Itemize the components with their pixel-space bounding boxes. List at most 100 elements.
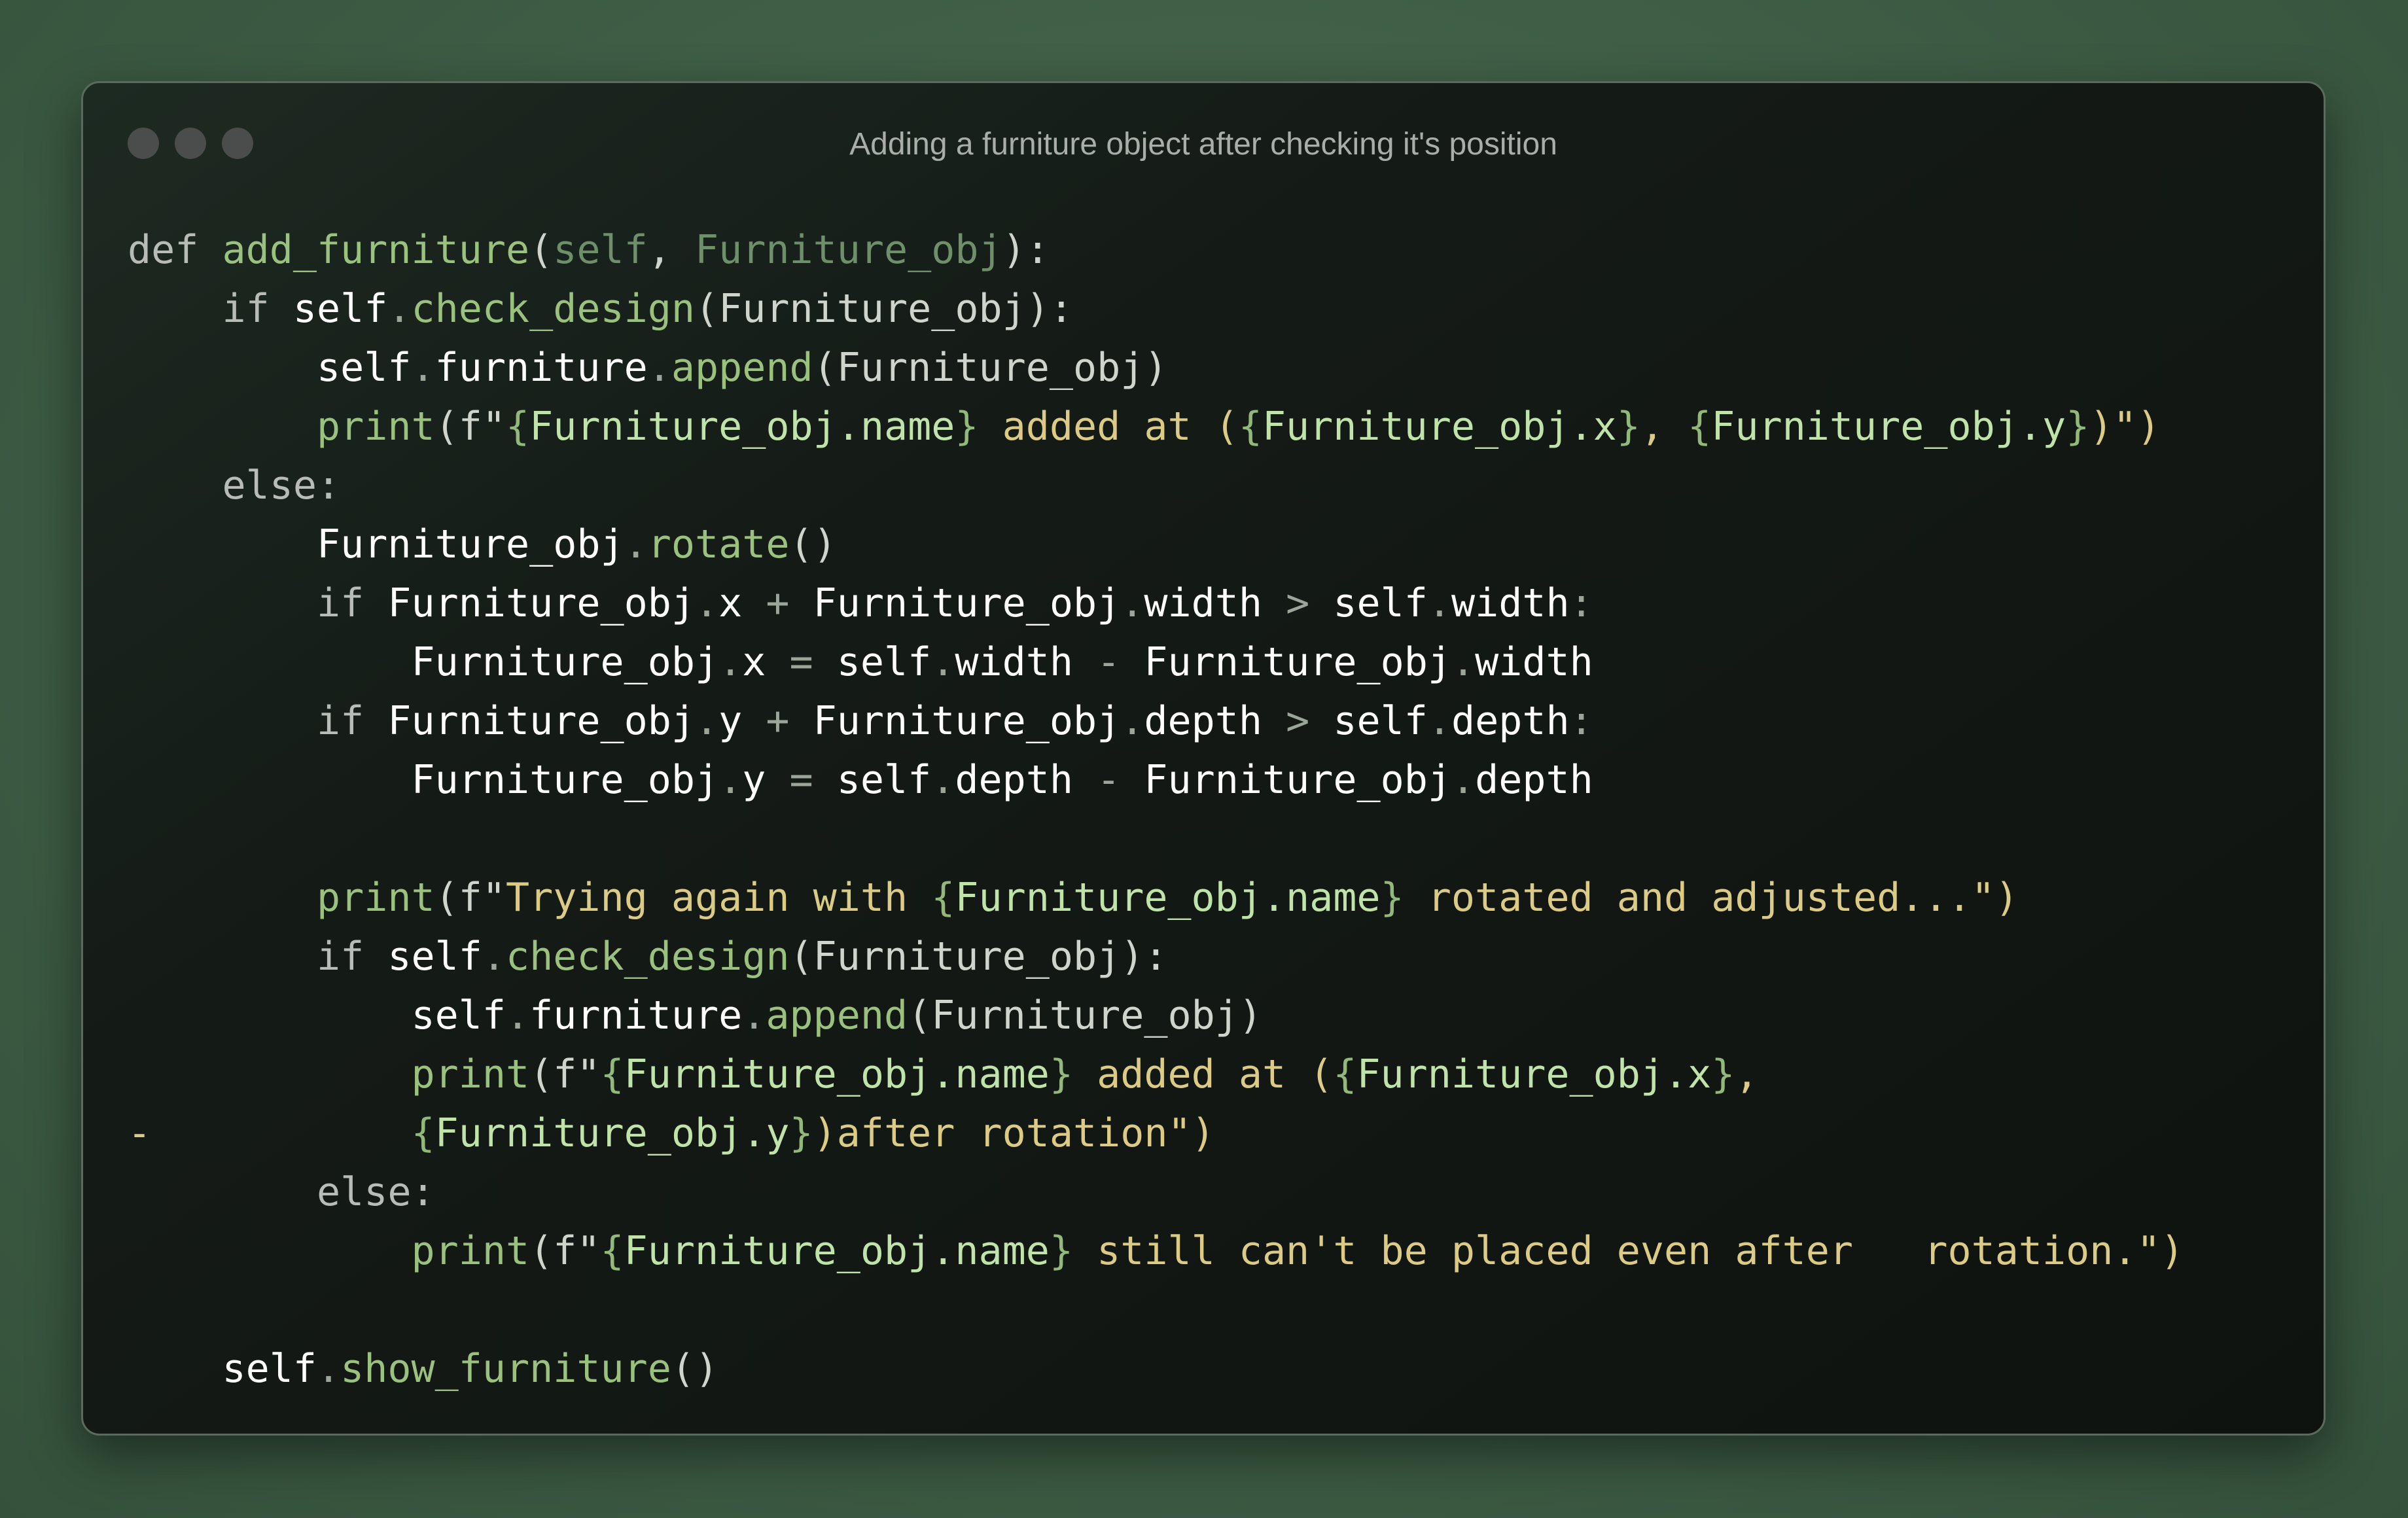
- code-token: (f": [529, 1228, 601, 1274]
- code-token: added at (: [978, 404, 1239, 450]
- code-token: -: [128, 1110, 152, 1156]
- code-token: if: [316, 580, 388, 626]
- code-token: furniture: [434, 345, 648, 391]
- code-token: .: [1427, 698, 1451, 744]
- code-token: added at (: [1072, 1051, 1334, 1097]
- code-token: Furniture_obj.name: [955, 875, 1381, 921]
- code-token: Furniture_obj.name: [624, 1051, 1050, 1097]
- code-token: ,: [1640, 404, 1688, 450]
- code-token: }: [2066, 404, 2090, 450]
- code-token: .: [1120, 698, 1144, 744]
- code-token: y: [742, 757, 766, 803]
- code-line: print(f"Trying again with {Furniture_obj…: [128, 868, 2184, 927]
- code-token: self: [387, 934, 482, 980]
- code-token: furniture: [529, 993, 743, 1038]
- code-token: (Furniture_obj): [908, 993, 1262, 1038]
- code-token: x: [718, 580, 743, 626]
- code-token: :: [1569, 580, 1593, 626]
- code-token: .: [1451, 757, 1476, 803]
- code-token: >: [1262, 698, 1334, 744]
- code-token: {: [505, 404, 530, 450]
- code-token: }: [1049, 1051, 1073, 1097]
- code-token: }: [1049, 1228, 1073, 1274]
- code-token: :: [1569, 698, 1593, 744]
- code-line: if Furniture_obj.y + Furniture_obj.depth…: [128, 692, 2184, 750]
- code-token: ,: [647, 227, 695, 273]
- code-token: {: [931, 875, 955, 921]
- code-token: .: [482, 934, 506, 980]
- code-line: self.furniture.append(Furniture_obj): [128, 986, 2184, 1045]
- code-token: .: [1451, 639, 1476, 685]
- code-token: depth: [1144, 698, 1262, 744]
- code-line: - {Furniture_obj.y})after rotation"): [128, 1104, 2184, 1163]
- code-token: {: [600, 1051, 624, 1097]
- code-token: )"): [2089, 404, 2161, 450]
- code-block[interactable]: def add_furniture(self, Furniture_obj): …: [128, 221, 2184, 1398]
- code-token: Furniture_obj: [1144, 639, 1451, 685]
- code-line: print(f"{Furniture_obj.name} added at ({…: [128, 397, 2184, 456]
- code-token: append: [671, 345, 813, 391]
- code-token: }: [789, 1110, 813, 1156]
- code-token: check_design: [505, 934, 790, 980]
- code-token: self: [411, 993, 506, 1038]
- code-token: }: [1616, 404, 1640, 450]
- code-token: -: [1072, 757, 1144, 803]
- code-token: Furniture_obj: [387, 698, 695, 744]
- code-token: print: [316, 875, 435, 921]
- code-token: self: [222, 1346, 317, 1392]
- code-token: if: [316, 698, 388, 744]
- code-line: def add_furniture(self, Furniture_obj):: [128, 221, 2184, 279]
- code-token: (Furniture_obj):: [789, 934, 1168, 980]
- code-token: if: [222, 286, 293, 332]
- code-token: depth: [1475, 757, 1593, 803]
- code-token: .: [387, 286, 412, 332]
- code-token: +: [742, 580, 813, 626]
- code-token: (f": [434, 404, 506, 450]
- code-line: Furniture_obj.x = self.width - Furniture…: [128, 633, 2184, 692]
- code-token: (: [529, 227, 554, 273]
- code-line: ​: [128, 1280, 2184, 1339]
- code-token: )after rotation"): [813, 1110, 1215, 1156]
- code-token: depth: [1451, 698, 1570, 744]
- code-token: .: [647, 345, 671, 391]
- code-token: self: [553, 227, 648, 273]
- code-token: }: [1380, 875, 1404, 921]
- code-token: Furniture_obj.name: [624, 1228, 1050, 1274]
- code-line: self.show_furniture(): [128, 1339, 2184, 1398]
- code-token: Furniture_obj: [813, 580, 1121, 626]
- code-token: print: [411, 1228, 530, 1274]
- code-token: add_furniture: [222, 227, 530, 273]
- code-token: x: [742, 639, 766, 685]
- code-token: (f": [529, 1051, 601, 1097]
- code-token: Furniture_obj.name: [529, 404, 955, 450]
- code-token: self: [1333, 698, 1428, 744]
- code-token: width: [1451, 580, 1570, 626]
- code-token: =: [766, 757, 837, 803]
- code-token: print: [316, 404, 435, 450]
- code-token: ):: [1002, 227, 1050, 273]
- code-token: .: [718, 639, 743, 685]
- code-token: }: [955, 404, 979, 450]
- code-token: depth: [955, 757, 1073, 803]
- code-token: {: [1688, 404, 1712, 450]
- code-token: print: [411, 1051, 530, 1097]
- code-token: .: [1120, 580, 1144, 626]
- code-token: (): [789, 521, 837, 567]
- code-token: .: [931, 757, 955, 803]
- code-line: Furniture_obj.rotate(): [128, 515, 2184, 574]
- code-token: self: [1333, 580, 1428, 626]
- code-line: print(f"{Furniture_obj.name} still can't…: [128, 1222, 2184, 1280]
- code-token: def: [128, 227, 222, 273]
- code-token: .: [1427, 580, 1451, 626]
- code-token: Furniture_obj: [411, 757, 719, 803]
- code-window: Adding a furniture object after checking…: [81, 81, 2326, 1436]
